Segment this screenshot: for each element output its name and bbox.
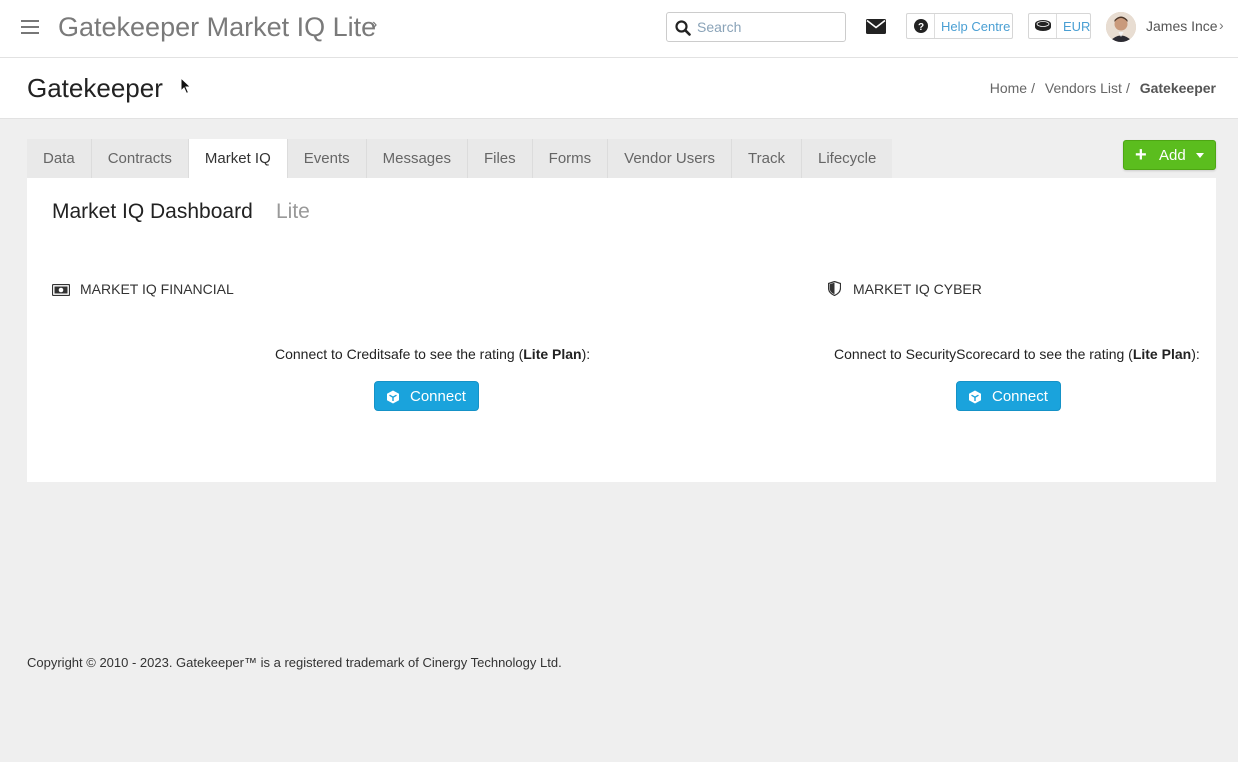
tab-data[interactable]: Data — [27, 139, 92, 178]
cyber-section-label: MARKET IQ CYBER — [853, 281, 982, 297]
currency-button[interactable]: EUR — [1028, 13, 1091, 39]
breadcrumb-current: Gatekeeper — [1139, 80, 1216, 96]
cyber-connect-text: Connect to SecurityScorecard to see the … — [834, 346, 1200, 362]
chevron-right-icon[interactable]: › — [1219, 17, 1224, 33]
cube-icon — [387, 390, 399, 404]
help-centre-label: Help Centre — [941, 19, 1011, 34]
financial-connect-label: Connect — [410, 388, 466, 405]
search-icon — [675, 20, 691, 36]
cyber-connect-suffix: ): — [1191, 346, 1200, 362]
help-centre-button[interactable]: ? Help Centre — [906, 13, 1013, 39]
tab-market-iq[interactable]: Market IQ — [188, 139, 288, 178]
vendor-tabs: Data Contracts Market IQ Events Messages… — [27, 139, 893, 178]
tab-forms[interactable]: Forms — [532, 139, 609, 178]
page-title: Gatekeeper — [27, 73, 163, 103]
top-navbar: Gatekeeper Market IQ Lite › ? Help Centr… — [0, 0, 1238, 58]
financial-connect-button[interactable]: Connect — [374, 381, 479, 411]
financial-plan: Lite Plan — [523, 346, 582, 362]
tab-track[interactable]: Track — [732, 139, 802, 178]
mouse-cursor-icon — [180, 77, 192, 95]
cyber-connect-label: Connect — [992, 388, 1048, 405]
financial-connect-suffix: ): — [581, 346, 591, 362]
menu-icon[interactable] — [21, 20, 39, 34]
question-circle-icon: ? — [914, 19, 928, 33]
plus-icon: + — [1135, 144, 1147, 166]
mail-icon[interactable] — [866, 19, 886, 34]
breadcrumb-separator: / — [1031, 80, 1035, 96]
svg-text:?: ? — [918, 22, 924, 33]
app-title[interactable]: Gatekeeper Market IQ Lite — [58, 10, 376, 44]
breadcrumb: Home / Vendors List / Gatekeeper — [990, 80, 1216, 96]
caret-down-icon — [1196, 153, 1204, 158]
footer-copyright: Copyright © 2010 - 2023. Gatekeeper™ is … — [27, 655, 562, 670]
add-button[interactable]: + Add — [1123, 140, 1216, 170]
breadcrumb-vendors-list[interactable]: Vendors List — [1045, 80, 1122, 96]
tab-messages[interactable]: Messages — [366, 139, 468, 178]
coins-icon — [1035, 20, 1051, 31]
help-icon-wrap: ? — [907, 14, 935, 38]
cyber-connect-prefix: Connect to SecurityScorecard to see the … — [834, 346, 1133, 362]
search-box[interactable] — [666, 12, 846, 42]
dashboard-title: Market IQ Dashboard — [52, 200, 253, 223]
currency-label: EUR — [1063, 19, 1091, 34]
chevron-right-icon[interactable]: › — [372, 16, 377, 34]
tab-files[interactable]: Files — [467, 139, 533, 178]
currency-icon-wrap — [1029, 14, 1057, 38]
cyber-connect-button[interactable]: Connect — [956, 381, 1061, 411]
money-bill-icon — [52, 284, 70, 296]
financial-section-label: MARKET IQ FINANCIAL — [80, 281, 234, 297]
tab-vendor-users[interactable]: Vendor Users — [608, 139, 733, 178]
tab-events[interactable]: Events — [287, 139, 367, 178]
financial-connect-prefix: Connect to Creditsafe to see the rating … — [275, 346, 524, 362]
cyber-plan: Lite Plan — [1132, 346, 1192, 362]
breadcrumb-home[interactable]: Home — [990, 80, 1027, 96]
tab-lifecycle[interactable]: Lifecycle — [802, 139, 893, 178]
search-input[interactable] — [697, 17, 837, 37]
tab-contracts[interactable]: Contracts — [91, 139, 189, 178]
user-name[interactable]: James Ince — [1146, 18, 1218, 34]
user-avatar[interactable] — [1106, 12, 1136, 42]
add-button-label: Add — [1159, 147, 1186, 164]
financial-connect-text: Connect to Creditsafe to see the rating … — [275, 346, 590, 362]
cube-icon — [969, 390, 981, 404]
market-iq-panel: Market IQ Dashboard Lite MARKET IQ FINAN… — [27, 178, 1216, 482]
page-header: Gatekeeper Home / Vendors List / Gatekeepe… — [0, 58, 1238, 119]
shield-icon — [828, 281, 841, 296]
avatar-image — [1106, 12, 1136, 42]
dashboard-subtitle: Lite — [276, 200, 310, 223]
breadcrumb-separator: / — [1125, 80, 1130, 96]
